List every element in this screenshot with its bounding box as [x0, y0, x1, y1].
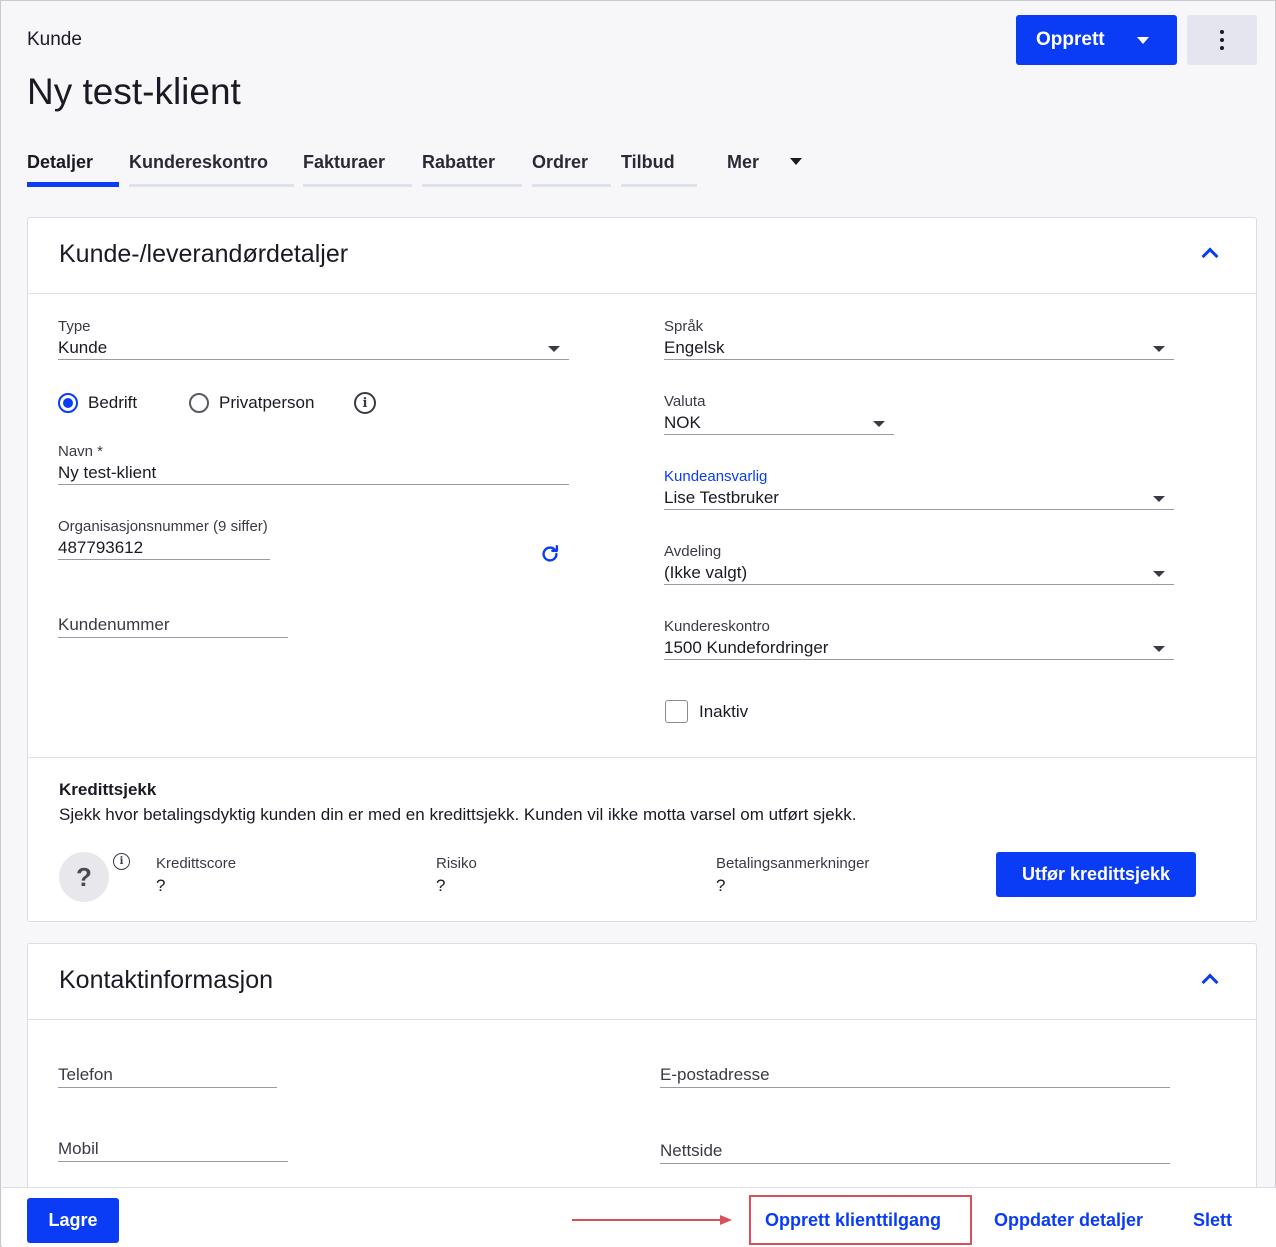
chevron-down-icon — [548, 346, 560, 352]
chevron-up-icon[interactable] — [1201, 973, 1219, 991]
contact-card-title: Kontaktinformasjon — [59, 966, 274, 994]
chevron-down-icon — [1137, 37, 1149, 44]
radio-private[interactable]: Privatperson — [189, 393, 314, 413]
orgnr-field[interactable]: Organisasjonsnummer (9 siffer) 487793612 — [58, 518, 270, 560]
chevron-up-icon[interactable] — [1201, 247, 1219, 265]
phone-field[interactable]: Telefon — [58, 1062, 277, 1088]
footer-bar: Lagre Opprett klienttilgang Oppdater det… — [2, 1187, 1276, 1247]
email-field[interactable]: E-postadresse — [660, 1062, 1170, 1088]
name-field[interactable]: Navn * Ny test-klient — [58, 443, 569, 485]
details-card-title: Kunde-/leverandørdetaljer — [59, 240, 349, 268]
tab-kundereskontro[interactable]: Kundereskontro — [129, 149, 294, 187]
radio-company[interactable]: Bedrift — [58, 393, 137, 413]
create-client-access-button[interactable]: Opprett klienttilgang — [765, 1210, 941, 1231]
details-card: Kunde-/leverandørdetaljer Type Kunde Bed… — [27, 217, 1257, 922]
page-frame: Kunde Ny test-klient Opprett Detaljer Ku… — [0, 0, 1276, 1247]
breadcrumb[interactable]: Kunde — [27, 29, 82, 51]
credit-check-title: Kredittsjekk — [59, 780, 157, 799]
tab-ordrer[interactable]: Ordrer — [532, 149, 611, 187]
language-select[interactable]: Språk Engelsk — [664, 318, 1174, 360]
currency-select[interactable]: Valuta NOK — [664, 393, 894, 435]
chevron-down-icon — [1153, 646, 1165, 652]
chevron-down-icon — [1153, 496, 1165, 502]
save-button[interactable]: Lagre — [27, 1198, 119, 1243]
refresh-icon[interactable] — [539, 543, 561, 565]
tab-detaljer[interactable]: Detaljer — [27, 149, 119, 187]
payment-remarks: Betalingsanmerkninger ? — [716, 855, 870, 895]
mobile-field[interactable]: Mobil — [58, 1136, 288, 1162]
chevron-down-icon — [790, 158, 802, 165]
update-details-button[interactable]: Oppdater detaljer — [994, 1210, 1143, 1231]
unknown-score-icon: ? — [59, 852, 109, 902]
radio-selected-icon — [58, 393, 78, 413]
inactive-checkbox[interactable]: Inaktiv — [665, 700, 748, 723]
chevron-down-icon — [873, 421, 885, 427]
tab-tilbud[interactable]: Tilbud — [621, 149, 697, 187]
tab-mer[interactable]: Mer — [727, 149, 807, 187]
radio-unselected-icon — [189, 393, 209, 413]
credit-check-description: Sjekk hvor betalingsdyktig kunden din er… — [59, 805, 857, 824]
info-icon[interactable]: i — [113, 853, 130, 870]
website-field[interactable]: Nettside — [660, 1138, 1170, 1164]
customer-number-field[interactable]: Kundenummer — [58, 612, 288, 638]
delete-button[interactable]: Slett — [1193, 1210, 1232, 1231]
tab-fakturaer[interactable]: Fakturaer — [303, 149, 412, 187]
create-button-label: Opprett — [1036, 29, 1105, 50]
divider — [28, 757, 1256, 758]
department-select[interactable]: Avdeling (Ikke valgt) — [664, 543, 1174, 585]
page-title: Ny test-klient — [27, 71, 241, 112]
chevron-down-icon — [1153, 346, 1165, 352]
type-select[interactable]: Type Kunde — [58, 318, 569, 360]
credit-score: Kredittscore ? — [156, 855, 237, 895]
ledger-select[interactable]: Kundereskontro 1500 Kundefordringer — [664, 618, 1174, 660]
chevron-down-icon — [1153, 571, 1165, 577]
arrow-right-icon — [720, 1215, 732, 1225]
more-options-button[interactable] — [1187, 15, 1257, 65]
details-card-header[interactable]: Kunde-/leverandørdetaljer — [28, 218, 1256, 294]
run-credit-check-button[interactable]: Utfør kredittsjekk — [996, 852, 1196, 897]
tab-rabatter[interactable]: Rabatter — [422, 149, 522, 187]
kebab-menu-icon — [1220, 30, 1224, 50]
account-manager-select[interactable]: Kundeansvarlig Lise Testbruker — [664, 468, 1174, 510]
info-icon[interactable]: i — [354, 392, 376, 414]
annotation-arrow — [572, 1219, 722, 1221]
contact-card-header[interactable]: Kontaktinformasjon — [28, 944, 1256, 1020]
risk: Risiko ? — [436, 855, 477, 895]
create-button[interactable]: Opprett — [1016, 15, 1177, 65]
checkbox-icon — [665, 700, 688, 723]
